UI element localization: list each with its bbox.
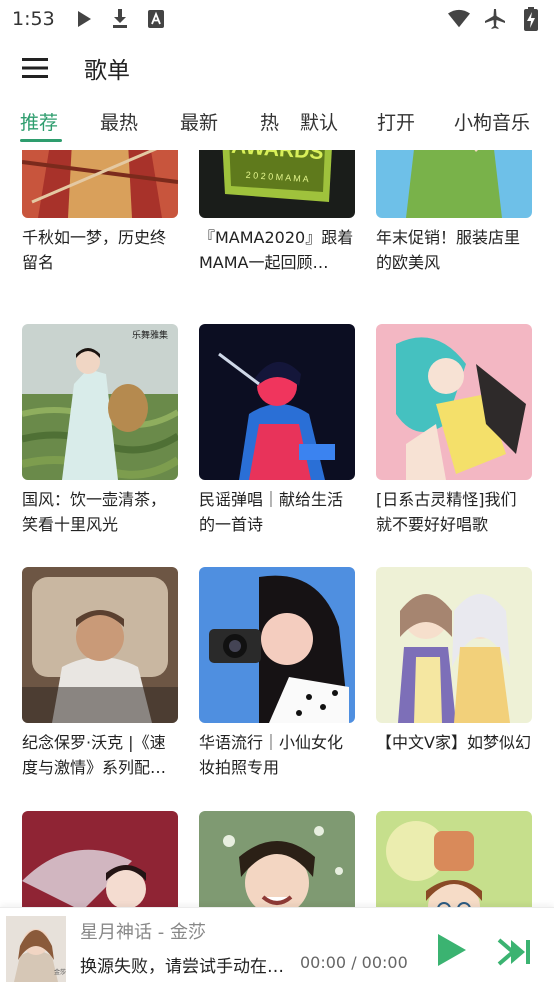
playlist-card[interactable]: AWARDS 2 0 2 0 M A M A 『MAMA2020』跟着MAMA一…	[199, 150, 355, 275]
mini-player[interactable]: 金莎 星月神话 - 金莎 换源失败，请尝试手动在搜… 00:00 / 00:00	[0, 907, 554, 984]
skip-next-icon[interactable]	[496, 936, 534, 968]
playlist-card[interactable]	[376, 811, 532, 907]
playlist-cover: AWARDS 2 0 2 0 M A M A	[199, 150, 355, 218]
playlist-title: 千秋如一梦，历史终留名	[22, 228, 167, 272]
playlist-cover	[199, 324, 355, 480]
player-status-message: 换源失败，请尝试手动在搜…	[80, 957, 298, 977]
playlist-card[interactable]: 【中文V家】如梦似幻	[376, 567, 532, 780]
playlist-card[interactable]: 千秋如一梦，历史终留名	[22, 150, 178, 275]
playlist-cover	[376, 324, 532, 480]
playback-time: 00:00 / 00:00	[300, 953, 408, 972]
tab-default[interactable]: 默认	[300, 108, 338, 135]
wifi-icon	[448, 8, 470, 30]
playlist-title: 『MAMA2020』跟着MAMA一起回顾…	[199, 228, 354, 272]
play-icon	[73, 8, 95, 30]
app-bar: 歌单	[0, 38, 554, 98]
play-icon[interactable]	[430, 930, 470, 970]
tab-newest[interactable]: 最新	[180, 108, 218, 135]
playlist-card[interactable]: 乐舞雅集 国风：饮一壶清茶，笑看十里风光	[22, 324, 178, 537]
playlist-title: 民谣弹唱｜献给生活的一首诗	[199, 490, 344, 534]
tab-indicator	[20, 139, 62, 142]
playlist-cover: 乐舞雅集	[22, 324, 178, 480]
tab-open[interactable]: 打开	[377, 108, 415, 135]
playlist-grid[interactable]: 千秋如一梦，历史终留名 AWARDS 2 0 2 0 M A M A 『MAMA…	[0, 150, 554, 907]
playlist-card[interactable]: 华语流行｜小仙女化妆拍照专用	[199, 567, 355, 780]
playlist-cover	[376, 567, 532, 723]
playlist-card[interactable]: 民谣弹唱｜献给生活的一首诗	[199, 324, 355, 537]
playlist-title: 年末促销！服装店里的欧美风	[376, 228, 521, 272]
playlist-cover	[376, 150, 532, 218]
category-tabs: 推荐 最热 最新 热 默认 打开 小枸音乐	[0, 98, 554, 148]
page-title: 歌单	[84, 58, 130, 84]
tab-recommended[interactable]: 推荐	[20, 108, 58, 135]
now-playing-title: 星月神话 - 金莎	[80, 922, 206, 943]
playlist-title: [日系古灵精怪]我们就不要好好唱歌	[376, 490, 517, 534]
playlist-cover	[22, 811, 178, 907]
playlist-title: 纪念保罗·沃克 |《速度与激情》系列配…	[22, 733, 167, 777]
now-playing-cover[interactable]: 金莎	[6, 916, 66, 982]
status-time: 1:53	[12, 8, 55, 30]
svg-text:金莎: 金莎	[54, 968, 66, 976]
download-icon	[109, 8, 131, 30]
airplane-icon	[484, 8, 506, 30]
playlist-card[interactable]: 年末促销！服装店里的欧美风	[376, 150, 532, 275]
playlist-cover	[376, 811, 532, 907]
playlist-card[interactable]: 纪念保罗·沃克 |《速度与激情》系列配…	[22, 567, 178, 780]
playlist-cover	[199, 811, 355, 907]
playlist-cover	[22, 150, 178, 218]
status-bar: 1:53	[0, 0, 554, 38]
battery-charging-icon	[520, 7, 542, 31]
tab-hottest[interactable]: 最热	[100, 108, 138, 135]
playlist-title: 【中文V家】如梦似幻	[376, 733, 531, 752]
playlist-card[interactable]	[22, 811, 178, 907]
tab-hot[interactable]: 热	[260, 108, 279, 135]
playlist-card[interactable]: [日系古灵精怪]我们就不要好好唱歌	[376, 324, 532, 537]
tab-xiaogou-music[interactable]: 小枸音乐	[454, 108, 530, 135]
accessibility-a-icon	[145, 8, 167, 30]
playlist-title: 国风：饮一壶清茶，笑看十里风光	[22, 490, 167, 534]
hamburger-menu-icon[interactable]	[0, 38, 70, 98]
playlist-card[interactable]	[199, 811, 355, 907]
playlist-cover	[22, 567, 178, 723]
playlist-cover	[199, 567, 355, 723]
cover-text: 乐舞雅集	[132, 329, 168, 341]
playlist-title: 华语流行｜小仙女化妆拍照专用	[199, 733, 344, 777]
